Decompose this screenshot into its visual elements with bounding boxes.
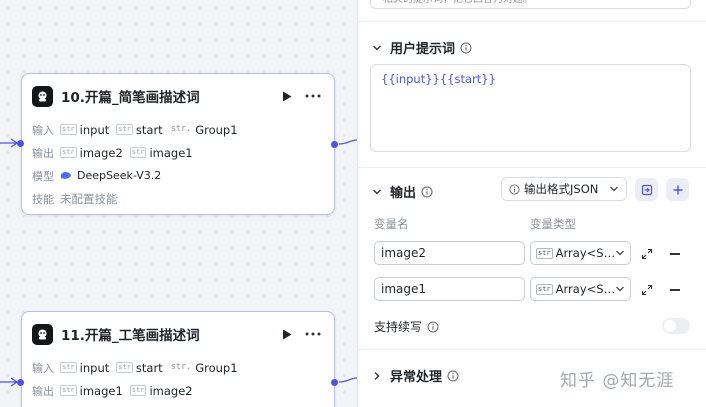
chevron-down-icon (373, 189, 381, 194)
play-icon (283, 329, 292, 339)
more-options-button[interactable] (302, 325, 324, 343)
column-header-name: 变量名 (374, 217, 409, 231)
continue-writing-row: 支持续写 (374, 318, 439, 335)
input-tag: str. Group1 (170, 122, 238, 137)
output-var-type-select[interactable]: str Array<S… (530, 241, 631, 265)
output-format-select[interactable]: 输出格式JSON (501, 177, 627, 201)
column-header-type: 变量类型 (530, 217, 576, 231)
node-10-input-port[interactable] (17, 140, 24, 147)
info-icon[interactable] (447, 370, 459, 382)
add-output-button[interactable] (666, 178, 689, 201)
node-outputs-row: 输出 str image2 str image1 (22, 141, 334, 164)
chevron-right-icon (374, 371, 380, 380)
node-config-panel: 相关的提示词，把它回答为对题。 用户提示词 {{input}}{{start}}… (357, 0, 706, 407)
skill-label: 技能 (32, 192, 54, 206)
output-tag: str image1 (60, 383, 123, 398)
node-skill-row: 技能 未配置技能 (22, 187, 334, 210)
node-outputs-row: 输出 str image1 str image2 (22, 379, 334, 402)
section-title: 用户提示词 (390, 42, 456, 57)
expand-icon[interactable] (640, 247, 654, 261)
model-value: DeepSeek-V3.2 (60, 169, 161, 182)
more-dots-icon (305, 94, 321, 98)
node-11-input-port[interactable] (17, 379, 24, 386)
run-node-button[interactable] (278, 87, 296, 105)
more-options-button[interactable] (302, 87, 324, 105)
user-prompt-editor[interactable]: {{input}}{{start}} (370, 64, 691, 152)
output-var-name-input[interactable]: image2 (374, 241, 525, 265)
import-button[interactable] (635, 178, 658, 201)
system-prompt-box-tail[interactable]: 相关的提示词，把它回答为对题。 (370, 0, 691, 9)
llm-node-icon (32, 85, 53, 107)
llm-node-11[interactable]: 11.开篇_工笔画描述词 输入 str input str start str. Gr… (21, 311, 335, 407)
divider (358, 167, 706, 168)
user-prompt-section-header[interactable]: 用户提示词 (372, 38, 472, 57)
continue-writing-label: 支持续写 (374, 320, 423, 334)
import-icon (641, 184, 652, 195)
more-dots-icon (305, 332, 321, 336)
input-tag: str start (116, 360, 163, 375)
divider (358, 21, 706, 22)
chevron-down-icon (616, 250, 624, 256)
output-tag: str image2 (60, 145, 123, 160)
node-inputs-row: 输入 str input str start str. Group1 (22, 356, 334, 379)
output-format-value: 输出格式JSON (524, 182, 599, 196)
input-tag: str. Group1 (170, 360, 238, 375)
run-node-button[interactable] (278, 325, 296, 343)
expand-icon[interactable] (640, 283, 654, 297)
node-title: 10.开篇_简笔画描述词 (61, 90, 200, 106)
input-tag: str input (60, 360, 110, 375)
inputs-label: 输入 (32, 361, 54, 375)
section-title: 异常处理 (390, 370, 443, 385)
info-icon[interactable] (460, 42, 472, 54)
remove-row-icon[interactable] (670, 289, 680, 291)
node-model-row: 模型 DeepSeek-V3.2 (22, 164, 334, 187)
input-tag: str input (60, 122, 110, 137)
node-title: 11.开篇_工笔画描述词 (61, 328, 200, 344)
remove-row-icon[interactable] (670, 253, 680, 255)
deepseek-whale-icon (61, 171, 71, 179)
info-icon[interactable] (421, 186, 433, 198)
skill-value: 未配置技能 (60, 191, 118, 206)
node-header: 10.开篇_简笔画描述词 (22, 74, 334, 118)
output-tag: str image1 (129, 145, 193, 160)
continue-writing-toggle[interactable] (662, 318, 690, 334)
chevron-down-icon (616, 286, 624, 292)
inputs-label: 输入 (32, 123, 54, 137)
info-icon (509, 183, 520, 195)
info-icon[interactable] (427, 321, 439, 333)
node-11-output-port[interactable] (331, 379, 338, 386)
output-var-name-input[interactable]: image1 (374, 277, 525, 301)
error-handling-section-header[interactable]: 异常处理 (372, 366, 459, 385)
node-header: 11.开篇_工笔画描述词 (22, 312, 334, 356)
outputs-label: 输出 (32, 146, 54, 160)
play-icon (283, 91, 292, 101)
workflow-canvas[interactable]: 10.开篇_简笔画描述词 输入 str input str start str. Gr… (0, 0, 357, 407)
chevron-down-icon (610, 186, 618, 192)
section-title: 输出 (390, 186, 417, 201)
output-var-type-select[interactable]: str Array<S… (530, 277, 631, 301)
input-tag: str start (116, 122, 163, 137)
output-section-header[interactable]: 输出 (372, 182, 433, 201)
llm-node-icon (32, 323, 53, 345)
node-10-output-port[interactable] (331, 141, 338, 148)
output-tag: str image2 (129, 383, 193, 398)
node-inputs-row: 输入 str input str start str. Group1 (22, 118, 334, 141)
model-label: 模型 (32, 169, 54, 183)
llm-node-10[interactable]: 10.开篇_简笔画描述词 输入 str input str start str. Gr… (21, 73, 335, 215)
zhihu-watermark: 知乎 @知无涯 (560, 371, 675, 391)
outputs-label: 输出 (32, 384, 54, 398)
divider (358, 349, 706, 350)
plus-icon (673, 185, 682, 194)
chevron-down-icon (373, 45, 381, 50)
